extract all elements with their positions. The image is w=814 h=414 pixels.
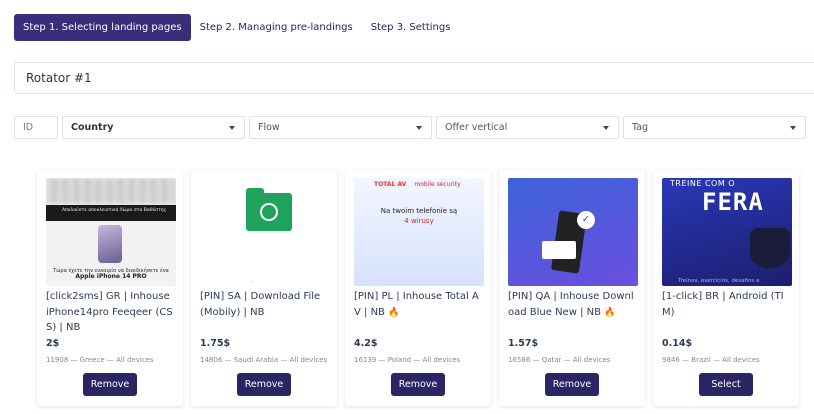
card-price: 1.75$ [200,338,231,349]
tag-select[interactable]: Tag [623,116,806,139]
flame-icon: 🔥 [388,307,400,318]
landing-card: TOTAL AV mobile security Na twoim telefo… [345,170,491,406]
thumb-brand: TOTAL AV mobile security [374,181,461,188]
dialog-image [542,241,576,259]
card-meta: 16586 — Qatar — All devices [508,356,611,364]
thumb-bottom-text: ... [250,278,255,284]
remove-button[interactable]: Remove [545,373,599,396]
id-filter-input[interactable]: ID [14,116,58,139]
landing-card: TREINE COM O FERA Treinos, exercícios, d… [653,170,799,406]
card-title: [PIN] QA | Inhouse Download Blue New | N… [508,289,636,335]
card-title: [1-click] BR | Android (TIM) [662,291,784,318]
step-3-tab[interactable]: Step 3. Settings [362,14,460,41]
country-select-label: Country [71,122,114,133]
landing-card: Απολαύστε αποκλειστικά δώρα στα Βαθύστης… [37,170,183,406]
landing-thumbnail[interactable]: ... [200,178,330,286]
chevron-down-icon [603,126,609,130]
chevron-down-icon [416,126,422,130]
phone-image [98,225,122,263]
landing-card: ... [PIN] SA | Download File (Mobily) | … [191,170,337,406]
tag-select-label: Tag [632,122,649,133]
folder-download-icon [246,188,292,231]
card-title: [PIN] PL | Inhouse Total AV | NB 🔥 [354,289,482,335]
select-button[interactable]: Select [699,373,753,396]
thumb-banner: Απολαύστε αποκλειστικά δώρα στα Βαθύστης [46,205,176,221]
rotator-name-input[interactable]: Rotator #1 [14,62,814,94]
card-price: 1.57$ [508,338,539,349]
card-price: 4.2$ [354,338,378,349]
step-2-tab[interactable]: Step 2. Managing pre-landings [191,14,362,41]
card-price: 2$ [46,338,60,349]
remove-button[interactable]: Remove [391,373,445,396]
card-title: [click2sms] GR | Inhouse iPhone14pro Fee… [46,291,173,333]
thumb-bottom-text: Apple iPhone 14 PRO [75,273,147,280]
country-select[interactable]: Country [62,116,245,139]
chevron-down-icon [229,126,235,130]
step-1-tab[interactable]: Step 1. Selecting landing pages [14,14,191,41]
remove-button[interactable]: Remove [83,373,137,396]
card-meta: 14806 — Saudi Arabia — All devices [200,356,328,364]
brand-a: TOTAL AV [374,181,407,188]
flow-select-label: Flow [258,122,280,133]
landing-thumbnail[interactable]: ✓ [508,178,638,286]
flow-select[interactable]: Flow [249,116,432,139]
thumb-line-2: FERA [702,188,764,216]
chevron-down-icon [790,126,796,130]
landing-cards: Απολαύστε αποκλειστικά δώρα στα Βαθύστης… [37,170,807,406]
offer-vertical-select-label: Offer vertical [445,122,508,133]
brand-b: mobile security [414,181,461,188]
flame-icon: 🔥 [604,307,616,318]
thumb-line-1: Na twoim telefonie są [380,207,458,215]
steps-nav: Step 1. Selecting landing pages Step 2. … [14,14,459,41]
card-meta: 11908 — Greece — All devices [46,356,154,364]
remove-button[interactable]: Remove [237,373,291,396]
check-icon: ✓ [577,211,595,229]
card-title: [PIN] SA | Download File (Mobily) | NB [200,291,321,318]
card-price: 0.14$ [662,338,693,349]
offer-vertical-select[interactable]: Offer vertical [436,116,619,139]
landing-thumbnail[interactable]: TREINE COM O FERA Treinos, exercícios, d… [662,178,792,286]
thumb-text: Τώρα έχετε την ευκαιρία να διεκδικήσετε … [46,268,176,280]
landing-thumbnail[interactable]: Απολαύστε αποκλειστικά δώρα στα Βαθύστης… [46,178,176,286]
thumb-line-2: 4 wirusy [404,217,434,225]
filter-bar: ID Country Flow Offer vertical Tag [14,116,810,139]
thumb-caption: Treinos, exercícios, desafios e [678,278,760,284]
thumb-line-1: TREINE COM O [670,179,736,188]
card-title-text: [PIN] PL | Inhouse Total AV | NB [354,291,479,318]
landing-card: ✓ [PIN] QA | Inhouse Download Blue New |… [499,170,645,406]
landing-thumbnail[interactable]: TOTAL AV mobile security Na twoim telefo… [354,178,484,286]
card-meta: 16139 — Poland — All devices [354,356,461,364]
thumb-message: Na twoim telefonie są 4 wirusy [354,206,484,226]
card-meta: 9846 — Brazil — All devices [662,356,760,364]
blurred-header [46,178,176,204]
